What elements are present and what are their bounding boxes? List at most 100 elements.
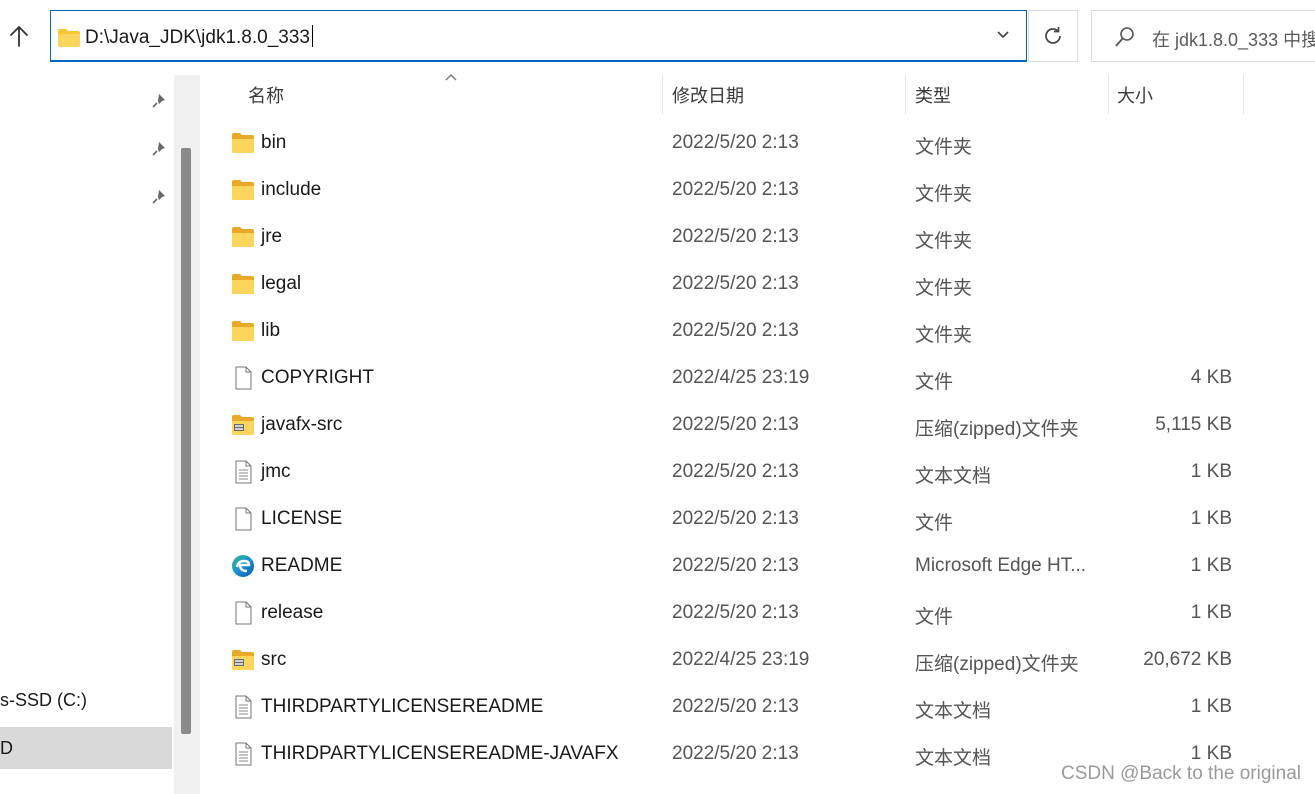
text-file-icon (230, 695, 256, 719)
file-date-modified: 2022/5/20 2:13 (672, 508, 799, 529)
file-size: 1 KB (1190, 602, 1232, 623)
nav-scrollbar-thumb[interactable] (181, 148, 191, 734)
file-row[interactable]: lib 2022/5/20 2:13 文件夹 (200, 308, 1315, 355)
nav-item-label: s-SSD (C:) (0, 690, 87, 710)
folder-icon (230, 319, 256, 343)
chevron-down-icon[interactable] (996, 29, 1010, 39)
address-path[interactable]: D:\Java_JDK\jdk1.8.0_333 (85, 25, 313, 49)
file-row[interactable]: jre 2022/5/20 2:13 文件夹 (200, 214, 1315, 261)
edge-icon (230, 554, 256, 578)
file-size: 1 KB (1190, 461, 1232, 482)
file-row[interactable]: bin 2022/5/20 2:13 文件夹 (200, 120, 1315, 167)
file-row[interactable]: src 2022/4/25 23:19 压缩(zipped)文件夹 20,672 KB (200, 637, 1315, 684)
file-date-modified: 2022/5/20 2:13 (672, 555, 799, 576)
file-name: legal (261, 273, 302, 294)
file-size: 1 KB (1190, 696, 1232, 717)
text-cursor (311, 25, 313, 47)
column-divider[interactable] (662, 74, 663, 114)
search-placeholder: 在 jdk1.8.0_333 中搜 (1152, 30, 1315, 50)
file-type: 压缩(zipped)文件夹 (915, 654, 1079, 675)
file-row[interactable]: THIRDPARTYLICENSEREADME 2022/5/20 2:13 文本文… (200, 684, 1315, 731)
pin-icon[interactable] (150, 188, 168, 206)
file-type: 文件夹 (915, 184, 973, 205)
file-row[interactable]: LICENSE 2022/5/20 2:13 文件 1 KB (200, 496, 1315, 543)
file-name: LICENSE (261, 508, 343, 529)
file-type: Microsoft Edge HT... (915, 555, 1087, 576)
file-type: 文本文档 (915, 701, 992, 722)
zip-folder-icon (230, 413, 256, 437)
file-row[interactable]: README 2022/5/20 2:13 Microsoft Edge HT...… (200, 543, 1315, 590)
file-date-modified: 2022/5/20 2:13 (672, 696, 799, 717)
file-type: 文件夹 (915, 231, 973, 252)
pin-icon[interactable] (150, 140, 168, 158)
column-header-size[interactable]: 大小 (1117, 82, 1153, 108)
file-row[interactable]: javafx-src 2022/5/20 2:13 压缩(zipped)文件夹 5,1… (200, 402, 1315, 449)
column-divider[interactable] (905, 74, 906, 114)
sort-ascending-icon (445, 74, 457, 81)
column-header-type[interactable]: 类型 (915, 82, 951, 108)
file-row[interactable]: jmc 2022/5/20 2:13 文本文档 1 KB (200, 449, 1315, 496)
file-type: 文件 (915, 607, 954, 628)
file-date-modified: 2022/5/20 2:13 (672, 602, 799, 623)
file-name: README (261, 555, 343, 576)
folder-icon (230, 131, 256, 155)
folder-icon (230, 272, 256, 296)
nav-item-drive-d[interactable]: D (0, 727, 172, 769)
file-date-modified: 2022/4/25 23:19 (672, 367, 810, 388)
folder-icon (58, 29, 80, 47)
file-icon (230, 507, 256, 531)
pin-icon[interactable] (150, 92, 168, 110)
navigation-pane: s-SSD (C:) D (0, 68, 200, 794)
file-type: 文件夹 (915, 325, 973, 346)
file-icon (230, 366, 256, 390)
text-file-icon (230, 460, 256, 484)
column-header: 名称 修改日期 类型 大小 (200, 68, 1315, 120)
file-size: 4 KB (1190, 367, 1232, 388)
file-type: 文件 (915, 372, 954, 393)
file-date-modified: 2022/5/20 2:13 (672, 132, 799, 153)
file-type: 文件夹 (915, 278, 973, 299)
column-header-name[interactable]: 名称 (248, 82, 284, 108)
nav-item-drive-c[interactable]: s-SSD (C:) (0, 679, 172, 721)
file-date-modified: 2022/5/20 2:13 (672, 226, 799, 247)
file-date-modified: 2022/5/20 2:13 (672, 743, 799, 764)
file-row[interactable]: COPYRIGHT 2022/4/25 23:19 文件 4 KB (200, 355, 1315, 402)
file-type: 文本文档 (915, 748, 992, 769)
file-size: 1 KB (1190, 743, 1232, 764)
column-header-date[interactable]: 修改日期 (672, 82, 744, 108)
search-icon (1115, 27, 1134, 47)
file-date-modified: 2022/5/20 2:13 (672, 414, 799, 435)
address-toolbar: D:\Java_JDK\jdk1.8.0_333 在 jdk1.8.0_333 … (0, 0, 1315, 68)
text-file-icon (230, 742, 256, 766)
folder-icon (230, 178, 256, 202)
file-type: 文件 (915, 513, 954, 534)
file-date-modified: 2022/4/25 23:19 (672, 649, 810, 670)
file-date-modified: 2022/5/20 2:13 (672, 179, 799, 200)
file-row[interactable]: release 2022/5/20 2:13 文件 1 KB (200, 590, 1315, 637)
file-name: include (261, 179, 322, 200)
file-name: release (261, 602, 324, 623)
file-date-modified: 2022/5/20 2:13 (672, 273, 799, 294)
arrow-up-icon (10, 26, 28, 47)
folder-icon (230, 225, 256, 249)
file-name: jmc (261, 461, 291, 482)
file-name: COPYRIGHT (261, 367, 374, 388)
file-size: 5,115 KB (1155, 414, 1232, 435)
file-size: 1 KB (1190, 508, 1232, 529)
column-divider[interactable] (1243, 74, 1244, 114)
refresh-button[interactable] (1028, 10, 1078, 62)
refresh-icon (1045, 27, 1061, 44)
file-row[interactable]: include 2022/5/20 2:13 文件夹 (200, 167, 1315, 214)
column-divider[interactable] (1108, 74, 1109, 114)
file-type: 文本文档 (915, 466, 992, 487)
file-name: THIRDPARTYLICENSEREADME (261, 696, 544, 717)
nav-item-label: D (0, 738, 13, 758)
address-bar[interactable]: D:\Java_JDK\jdk1.8.0_333 (50, 10, 1027, 62)
up-button[interactable] (0, 14, 38, 58)
file-size: 20,672 KB (1143, 649, 1232, 670)
file-date-modified: 2022/5/20 2:13 (672, 320, 799, 341)
file-name: bin (261, 132, 287, 153)
file-list: 名称 修改日期 类型 大小 bin 2022/5/20 2:13 文件夹 includ… (200, 68, 1315, 794)
search-box[interactable]: 在 jdk1.8.0_333 中搜 (1091, 10, 1315, 62)
file-row[interactable]: legal 2022/5/20 2:13 文件夹 (200, 261, 1315, 308)
